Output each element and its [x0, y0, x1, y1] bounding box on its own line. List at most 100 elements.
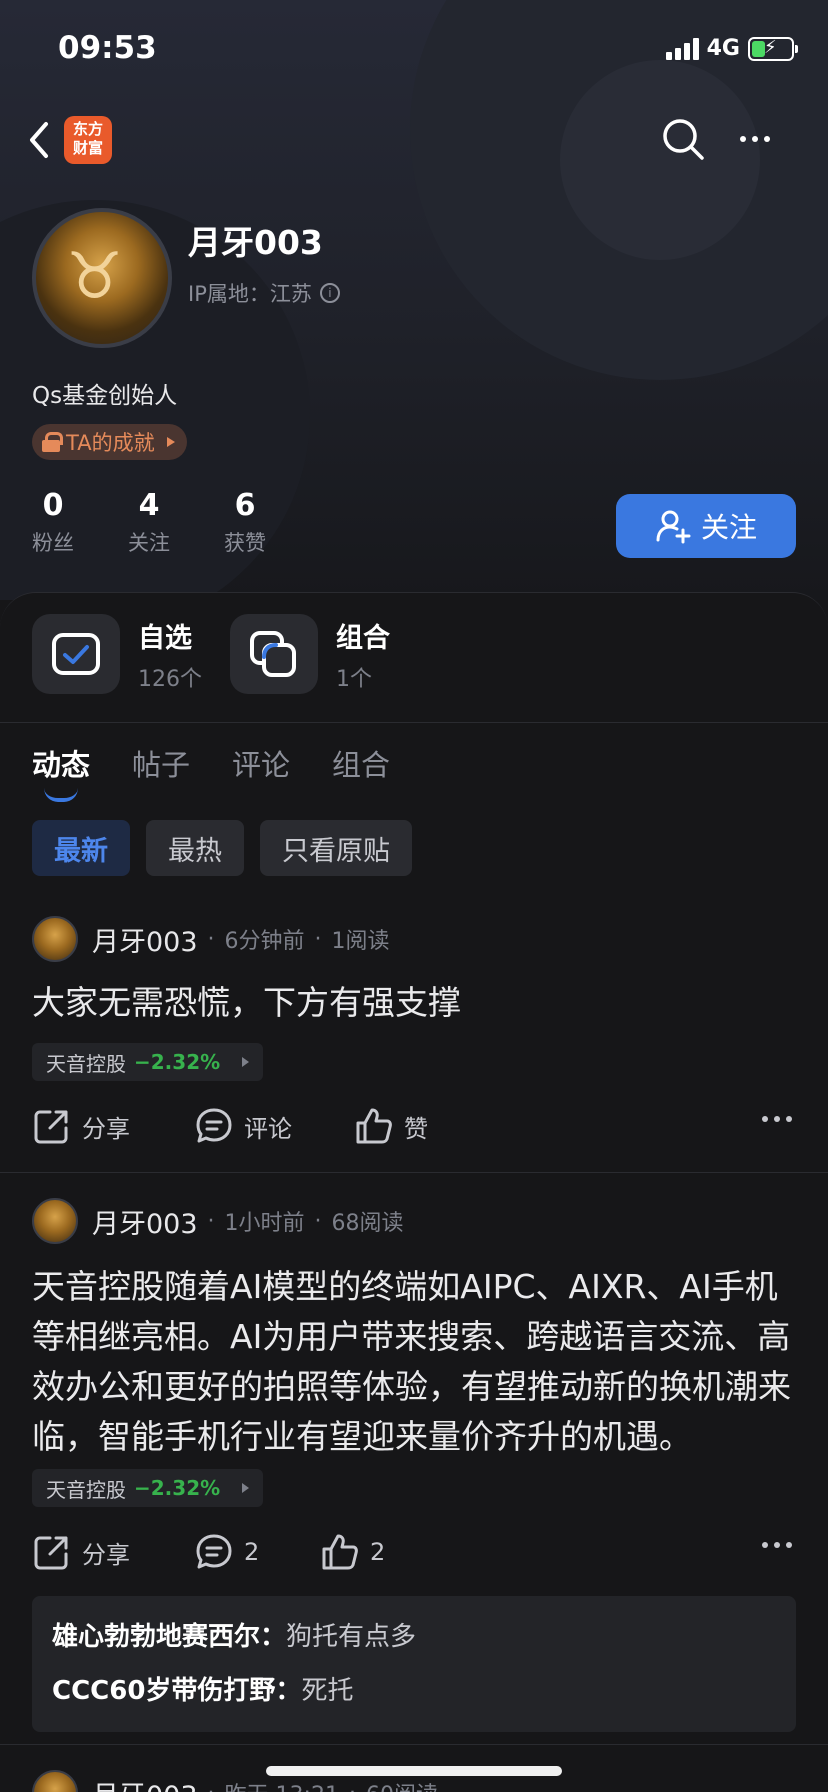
app-logo[interactable]: 东方 财富 [64, 116, 112, 164]
stock-change: −2.32% [134, 1476, 221, 1500]
watchlist-icon [32, 614, 120, 694]
separator-dot: · [207, 926, 215, 952]
quick-link-portfolio[interactable]: 组合 1个 [230, 614, 390, 694]
post-time: 1小时前 [224, 1211, 305, 1236]
avatar[interactable] [32, 916, 78, 962]
share-button[interactable]: 分享 [32, 1532, 130, 1572]
post-meta: 月牙003 · 1小时前 · 68阅读 [32, 1198, 404, 1244]
lock-icon [42, 432, 63, 452]
ip-location: IP属地：江苏 i [188, 278, 340, 308]
post-reads: 1阅读 [331, 929, 390, 954]
back-icon[interactable] [24, 118, 54, 162]
profile-name: 月牙003 [188, 223, 323, 262]
quick-link-title: 自选 [138, 622, 192, 654]
separator-dot: · [207, 1208, 215, 1234]
more-icon[interactable] [762, 1542, 792, 1548]
info-icon[interactable]: i [319, 283, 340, 303]
achievement-button[interactable]: TA的成就 [32, 424, 187, 460]
stat-value: 6 [234, 488, 256, 523]
achievement-label: TA的成就 [66, 431, 155, 455]
comment-preview[interactable]: 雄心勃勃地赛西尔：狗托有点多 CCC60岁带伤打野：死托 [32, 1596, 796, 1732]
stock-change: −2.32% [134, 1050, 221, 1074]
profile-bio: Qs基金创始人 [32, 383, 178, 409]
post-actions: 分享 2 2 [32, 1532, 796, 1576]
more-icon[interactable] [762, 1116, 792, 1122]
divider [0, 1744, 828, 1745]
share-icon [34, 1536, 68, 1570]
portfolio-icon [230, 614, 318, 694]
stat-label: 粉丝 [32, 531, 74, 555]
share-button[interactable]: 分享 [32, 1106, 130, 1146]
avatar[interactable] [32, 1770, 78, 1792]
quick-link-watchlist[interactable]: 自选 126个 [32, 614, 202, 694]
like-button[interactable]: 赞 [354, 1106, 428, 1146]
stat-value: 4 [138, 488, 160, 523]
stat-label: 获赞 [224, 531, 266, 555]
network-type: 4G [706, 36, 740, 61]
separator-dot: · [314, 926, 322, 952]
post-author[interactable]: 月牙003 [92, 1774, 198, 1792]
separator-dot: · [349, 1781, 356, 1792]
tab-posts[interactable]: 帖子 [132, 742, 190, 784]
stat-label: 关注 [128, 531, 170, 555]
comment-button[interactable]: 2 [194, 1532, 259, 1572]
stock-name: 天音控股 [46, 1051, 126, 1076]
post-actions: 分享 评论 赞 [32, 1106, 796, 1150]
more-icon[interactable] [730, 116, 780, 162]
divider [0, 1172, 828, 1173]
separator-dot: · [314, 1208, 322, 1234]
comment-icon [196, 1108, 232, 1143]
comment-count: 2 [244, 1538, 260, 1566]
post-author[interactable]: 月牙003 [92, 1202, 198, 1241]
home-indicator[interactable] [266, 1766, 562, 1776]
tab-activity[interactable]: 动态 [32, 742, 90, 802]
post-author[interactable]: 月牙003 [92, 920, 198, 959]
signal-icon [665, 37, 699, 60]
divider [0, 722, 828, 723]
search-icon[interactable] [660, 116, 706, 162]
stat-followers[interactable]: 0 粉丝 [32, 488, 74, 557]
stock-tag[interactable]: 天音控股 −2.32% [32, 1043, 264, 1081]
post-text[interactable]: 天音控股随着AI模型的终端如AIPC、AIXR、AI手机等相继亮相。AI为用户带… [32, 1262, 796, 1462]
post-reads: 60阅读 [366, 1777, 438, 1792]
tab-portfolio[interactable]: 组合 [332, 742, 390, 784]
comment-row: CCC60岁带伤打野：死托 [52, 1664, 776, 1718]
follow-label: 关注 [700, 511, 757, 544]
separator-dot: · [208, 1781, 215, 1792]
comment-user[interactable]: 雄心勃勃地赛西尔： [52, 1622, 286, 1652]
avatar[interactable] [32, 1198, 78, 1244]
filter-hottest[interactable]: 最热 [146, 820, 244, 876]
stock-tag[interactable]: 天音控股 −2.32% [32, 1469, 264, 1507]
filter-original-only[interactable]: 只看原贴 [260, 820, 412, 876]
status-icons: 4G ⚡ [665, 36, 798, 61]
quick-link-title: 组合 [336, 622, 390, 654]
like-label: 赞 [404, 1114, 428, 1143]
filter-bar: 最新 最热 只看原贴 [32, 820, 412, 876]
post-text[interactable]: 大家无需恐慌，下方有强支撑 [32, 980, 796, 1026]
stat-likes[interactable]: 6 获赞 [224, 488, 266, 557]
follow-button[interactable]: 关注 [616, 494, 796, 558]
comment-icon [196, 1534, 232, 1569]
comment-user[interactable]: CCC60岁带伤打野： [52, 1676, 301, 1706]
add-user-icon [656, 510, 691, 544]
like-button[interactable]: 2 [320, 1532, 385, 1572]
stat-following[interactable]: 4 关注 [128, 488, 170, 557]
content-tabs: 动态 帖子 评论 组合 [32, 742, 390, 802]
quick-link-sub: 1个 [336, 666, 372, 692]
avatar[interactable]: ♉ [32, 208, 172, 348]
share-icon [34, 1110, 68, 1144]
caret-right-icon [242, 1483, 250, 1493]
quick-link-sub: 126个 [138, 666, 202, 692]
share-label: 分享 [82, 1540, 130, 1569]
comment-button[interactable]: 评论 [194, 1106, 292, 1146]
tab-comments[interactable]: 评论 [232, 742, 290, 784]
comment-label: 评论 [244, 1114, 292, 1143]
nav-bar: 东方 财富 [0, 112, 828, 168]
comment-text: 死托 [301, 1676, 354, 1706]
filter-latest[interactable]: 最新 [32, 820, 130, 876]
thumbs-up-icon [322, 1534, 358, 1570]
stat-value: 0 [42, 488, 64, 523]
battery-icon: ⚡ [748, 36, 798, 61]
stock-name: 天音控股 [46, 1477, 126, 1502]
post-meta: 月牙003 · 6分钟前 · 1阅读 [32, 916, 390, 962]
